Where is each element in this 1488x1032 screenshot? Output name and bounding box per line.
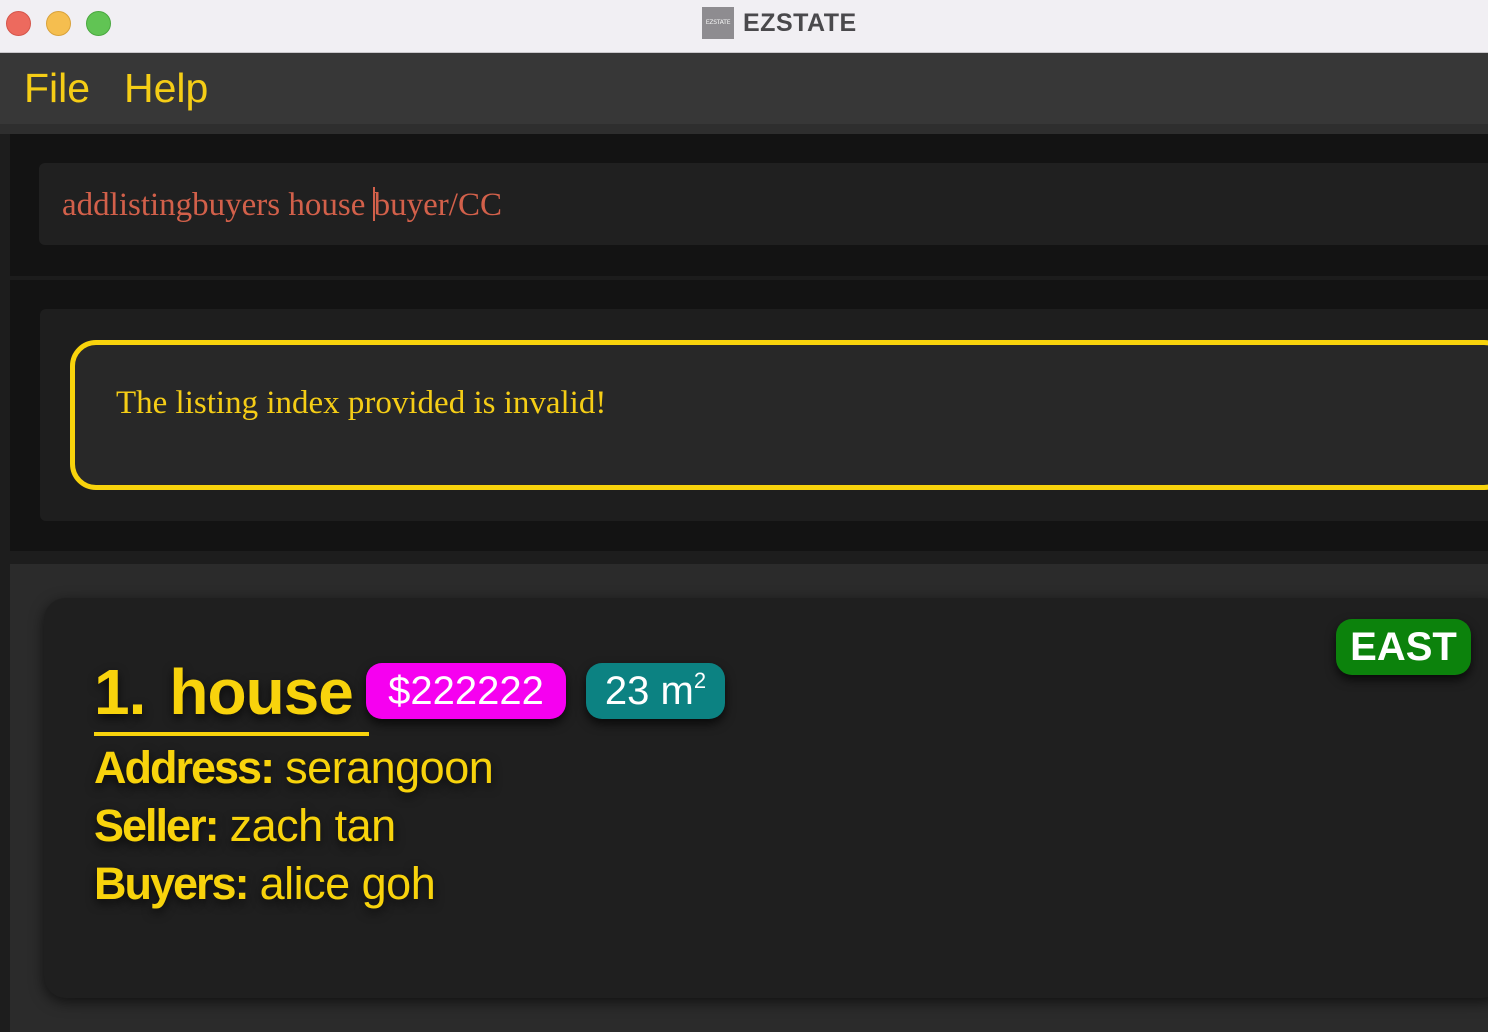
window-minimize-button[interactable] [46, 11, 71, 36]
window-maximize-button[interactable] [86, 11, 111, 36]
command-input-text: addlistingbuyers house buyer/CC [62, 183, 502, 227]
listing-title: 1. house [94, 652, 354, 732]
region-badge: EAST [1336, 619, 1471, 675]
menu-bar: File Help [0, 53, 1488, 124]
area-unit-superscript: 2 [693, 668, 707, 693]
address-value: serangoon [285, 742, 494, 793]
menu-file[interactable]: File [24, 65, 90, 111]
result-message: The listing index provided is invalid! [116, 385, 607, 421]
buyers-value: alice goh [259, 858, 436, 909]
divider [0, 124, 1488, 134]
result-display[interactable]: The listing index provided is invalid! [70, 340, 1488, 490]
window-title: EZSTATE [743, 9, 857, 37]
listing-card[interactable]: 1. house $222222 23 m2 EAST Address: sera… [44, 598, 1488, 998]
price-badge: $222222 [366, 663, 566, 719]
app-logo-icon: EZSTATE [702, 7, 734, 39]
listing-seller: Seller: zach tan [94, 799, 396, 853]
divider [0, 551, 1488, 564]
buyers-label: Buyers: [94, 858, 250, 909]
area-badge: 23 m2 [586, 663, 725, 719]
listing-name: house [169, 656, 353, 728]
menu-help[interactable]: Help [124, 65, 208, 111]
window-titlebar: EZSTATE EZSTATE [0, 0, 1488, 53]
area-value: 23 m [604, 669, 694, 713]
window-close-button[interactable] [6, 11, 31, 36]
address-label: Address: [94, 742, 275, 793]
command-text-after-caret: buyer/CC [373, 187, 502, 223]
command-input[interactable]: addlistingbuyers house buyer/CC [39, 163, 1488, 245]
title-underline [94, 732, 369, 736]
seller-label: Seller: [94, 800, 220, 851]
seller-value: zach tan [229, 800, 397, 851]
listing-address: Address: serangoon [94, 741, 494, 795]
listing-index: 1. [94, 656, 146, 728]
command-text-before-caret: addlistingbuyers house [62, 187, 374, 223]
listing-buyers: Buyers: alice goh [94, 857, 436, 911]
